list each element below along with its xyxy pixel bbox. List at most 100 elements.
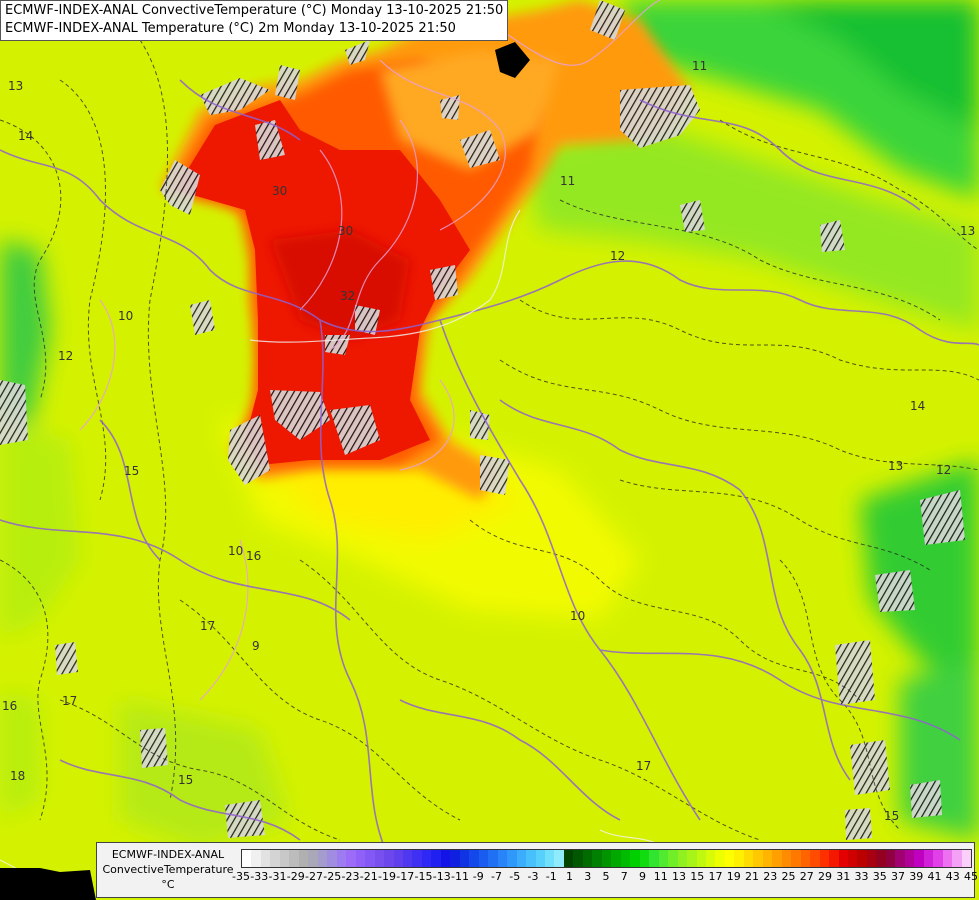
contour-label: 17 <box>200 619 215 633</box>
legend-swatch <box>639 850 650 867</box>
legend-tick-label: 27 <box>799 870 814 883</box>
legend-swatch <box>923 850 934 867</box>
legend-tick-label: -29 <box>286 870 305 883</box>
legend-tick-label: 33 <box>854 870 869 883</box>
legend-swatch <box>914 850 924 867</box>
legend-swatch <box>791 850 801 867</box>
legend-swatch <box>431 850 441 867</box>
legend-swatch <box>412 850 422 867</box>
contour-label: 12 <box>610 249 625 263</box>
legend-swatch <box>601 850 612 867</box>
contour-label: 10 <box>570 609 585 623</box>
legend-tick-label: -21 <box>359 870 378 883</box>
legend-tick-label: -13 <box>432 870 451 883</box>
legend-tick-label: 43 <box>945 870 960 883</box>
legend-swatch <box>507 850 517 867</box>
legend-swatch <box>535 850 545 867</box>
contour-label: 17 <box>636 759 651 773</box>
legend-swatch <box>885 850 896 867</box>
legend-swatch <box>582 850 593 867</box>
legend-swatch <box>611 850 621 867</box>
legend-swatch <box>327 850 337 867</box>
map-canvas: 13 14 11 11 13 12 30 30 32 10 12 15 16 1… <box>0 0 979 900</box>
legend-swatch <box>545 850 555 867</box>
contour-label: 16 <box>246 549 261 563</box>
legend-swatch <box>687 850 697 867</box>
legend-swatch <box>895 850 905 867</box>
map-title: ECMWF-INDEX-ANAL ConvectiveTemperature (… <box>0 0 509 41</box>
weather-map: 13 14 11 11 13 12 30 30 32 10 12 15 16 1… <box>0 0 979 900</box>
legend-swatch <box>402 850 413 867</box>
legend-tick-label: 37 <box>891 870 905 883</box>
legend-tick-label: -25 <box>323 870 342 883</box>
contour-label: 30 <box>272 184 287 198</box>
legend-tick-label: 3 <box>584 870 592 883</box>
contour-label: 9 <box>252 639 260 653</box>
legend-swatch <box>374 850 385 867</box>
legend-swatch <box>526 850 536 867</box>
legend-swatch <box>365 850 375 867</box>
contour-label: 17 <box>62 694 77 708</box>
legend-swatch <box>904 850 915 867</box>
legend-tick-label: -15 <box>414 870 433 883</box>
contour-label: 13 <box>960 224 975 238</box>
legend-swatch <box>260 850 271 867</box>
contour-label: 15 <box>124 464 139 478</box>
legend-variable: ConvectiveTemperature <box>102 863 234 876</box>
legend-swatch <box>942 850 953 867</box>
legend-tick-label: 31 <box>836 870 851 883</box>
legend-tick-label: 25 <box>781 870 796 883</box>
legend-swatch <box>952 850 962 867</box>
contour-label: 12 <box>936 463 951 477</box>
legend-tick-label: 29 <box>818 870 832 883</box>
legend-tick-label: 19 <box>726 870 741 883</box>
legend-swatch <box>743 850 754 867</box>
legend-swatch <box>592 850 602 867</box>
legend-tick-label: -5 <box>509 870 521 883</box>
legend-swatch <box>734 850 744 867</box>
legend-tick-label: -3 <box>527 870 539 883</box>
legend-swatch <box>497 850 508 867</box>
sea-area <box>0 868 96 900</box>
legend-tick-label: 13 <box>672 870 686 883</box>
legend-unit: °C <box>161 878 175 891</box>
title-line-temperature: ECMWF-INDEX-ANAL Temperature (°C) 2m Mon… <box>5 21 456 36</box>
legend-tick-label: 45 <box>964 870 978 883</box>
legend-swatch <box>724 850 735 867</box>
legend-swatch <box>810 850 820 867</box>
legend-swatch <box>440 850 451 867</box>
legend-swatch <box>450 850 460 867</box>
legend-tick-label: 15 <box>690 870 705 883</box>
legend-tick-label: -1 <box>545 870 557 883</box>
legend-swatch <box>242 850 252 867</box>
legend-swatch <box>829 850 839 867</box>
legend-swatch <box>866 850 877 867</box>
legend-tick-labels: -35 -33 -31 -29 -27 -25 -23 -21 -19 -17 -15 -13 -11-… <box>232 870 978 884</box>
contour-label: 14 <box>18 129 33 143</box>
legend-swatch <box>715 850 725 867</box>
contour-label: 30 <box>338 224 353 238</box>
legend-tick-label: 11 <box>653 870 668 883</box>
legend-tick-label: 21 <box>745 870 759 883</box>
legend-tick-label: -9 <box>472 870 484 883</box>
legend-tick-label: 9 <box>639 870 646 883</box>
contour-label: 14 <box>910 399 925 413</box>
legend-title: ECMWF-INDEX-ANAL ConvectiveTemperature °… <box>101 847 235 892</box>
contour-label: 10 <box>118 309 133 323</box>
legend-swatch <box>421 850 432 867</box>
legend-swatch <box>384 850 394 867</box>
legend-swatch <box>772 850 782 867</box>
legend-swatch <box>961 850 972 867</box>
legend-swatch <box>658 850 669 867</box>
legend-swatch <box>289 850 299 867</box>
contour-label: 12 <box>58 349 73 363</box>
legend-tick-label: -27 <box>305 870 323 883</box>
legend-swatch <box>355 850 366 867</box>
contour-label: 18 <box>10 769 25 783</box>
legend-tick-label: -17 <box>396 870 415 883</box>
legend-tick-label: 17 <box>708 870 723 883</box>
legend-tick-label: -31 <box>268 870 287 883</box>
legend-color-swatches <box>241 849 973 868</box>
legend-tick-label: -23 <box>341 870 360 883</box>
contour-label: 11 <box>560 174 575 188</box>
